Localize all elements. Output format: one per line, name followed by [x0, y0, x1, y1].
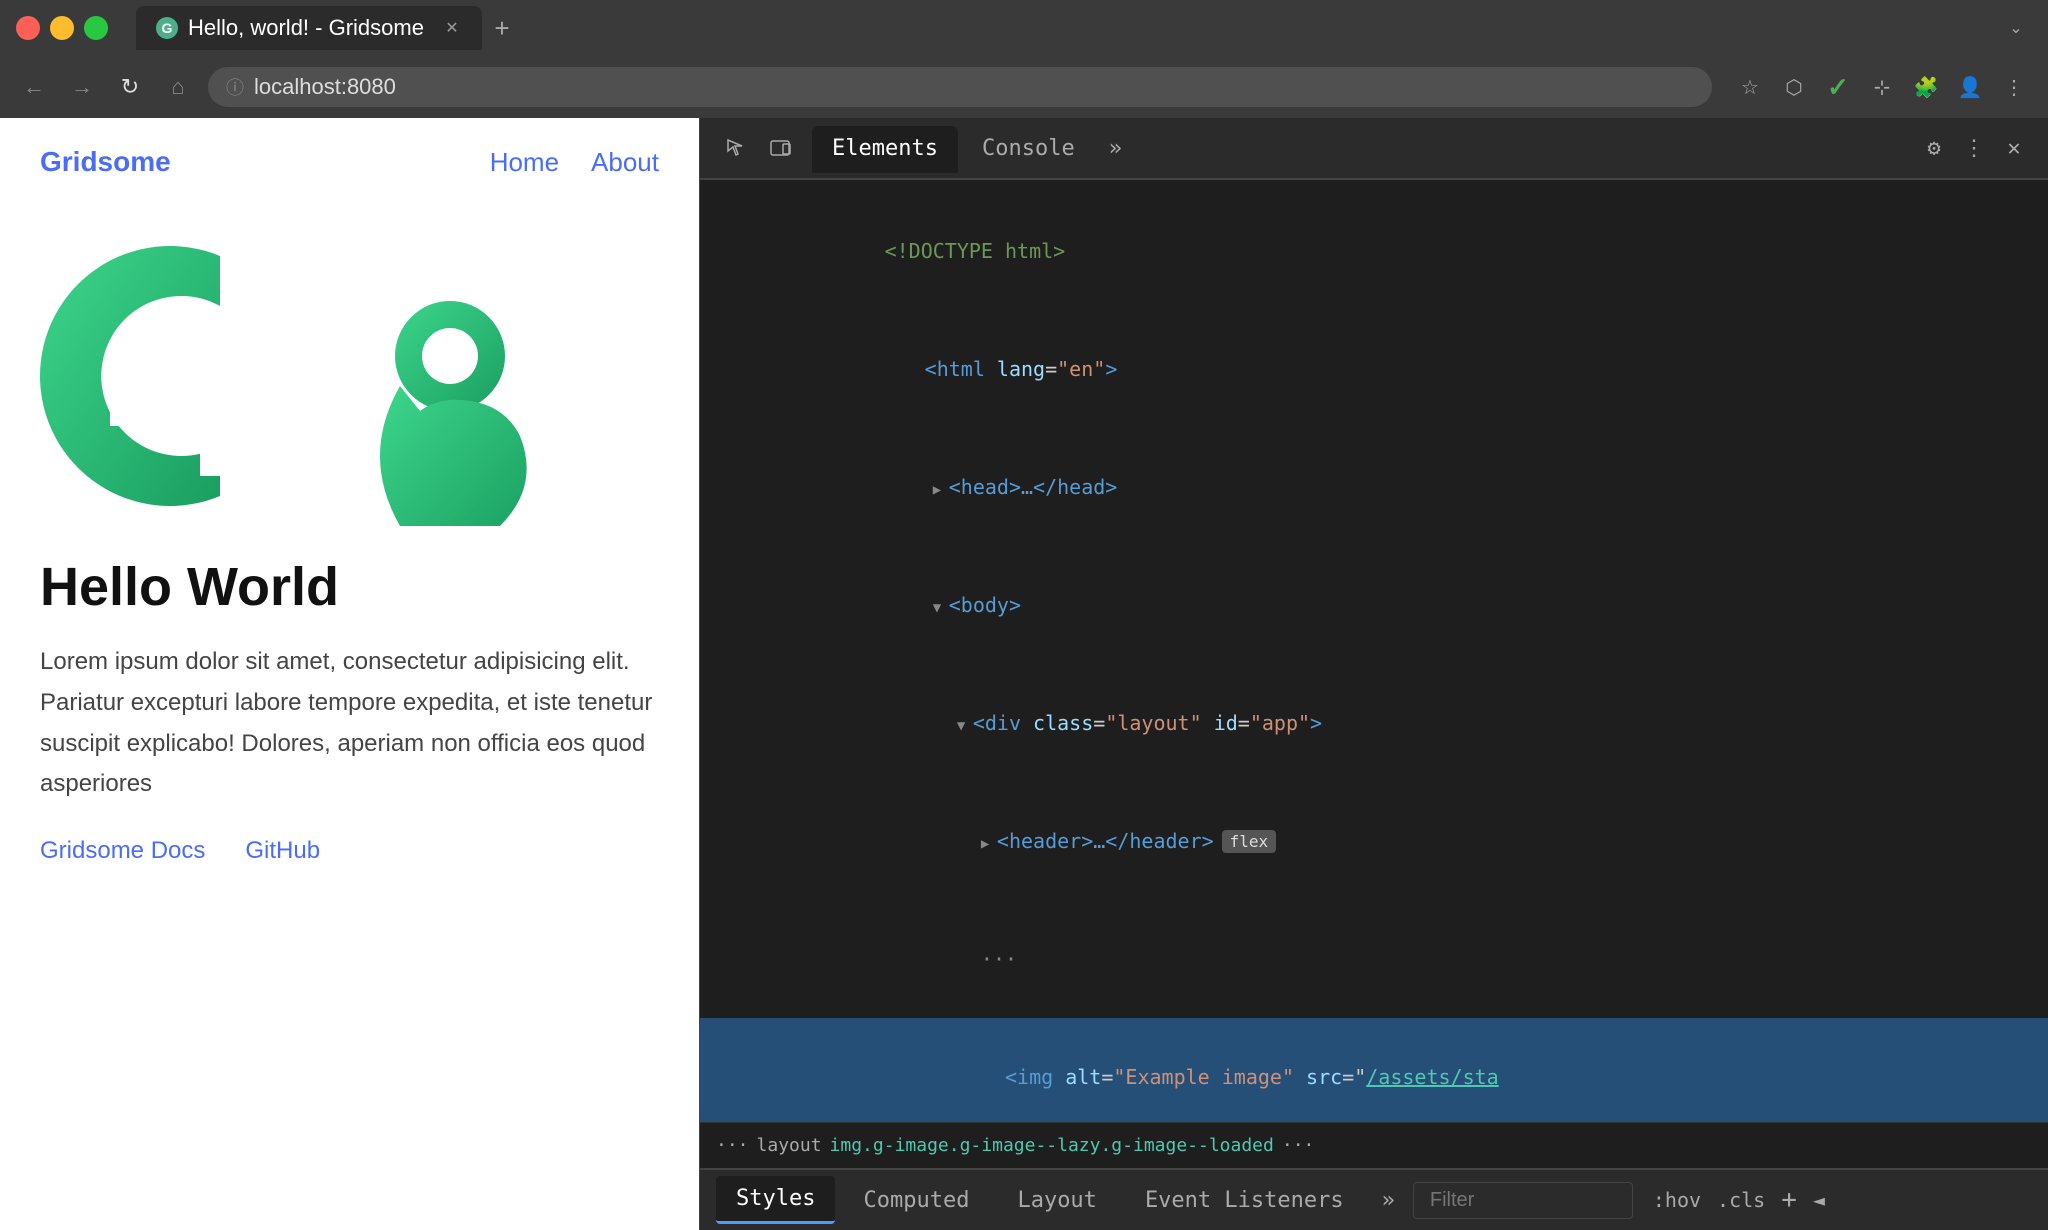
- devtools-menu-button[interactable]: ⋮: [1956, 130, 1992, 166]
- post-body: Lorem ipsum dolor sit amet, consectetur …: [40, 642, 659, 805]
- devtools-breadcrumb: ··· layout img.g-image.g-image--lazy.g-i…: [700, 1122, 2048, 1168]
- extensions-button[interactable]: 🧩: [1908, 69, 1944, 105]
- inspect-element-button[interactable]: [716, 128, 756, 168]
- elements-scroll[interactable]: <!DOCTYPE html> <html lang="en"> ▶<head>…: [700, 180, 2048, 1122]
- webpage-panel: Gridsome Home About: [0, 118, 700, 1230]
- tab-bar: G Hello, world! - Gridsome ✕ + ⌄: [136, 6, 2032, 50]
- breadcrumb-dots[interactable]: ···: [716, 1135, 749, 1156]
- tab-expand-icon: ⌄: [2000, 12, 2032, 44]
- elements-content: <!DOCTYPE html> <html lang="en"> ▶<head>…: [700, 180, 2048, 1122]
- back-button[interactable]: ←: [16, 69, 52, 105]
- doctype-line[interactable]: <!DOCTYPE html>: [700, 192, 2048, 310]
- gridsome-logo: [40, 226, 600, 526]
- body-tag-line[interactable]: ▼<body>: [700, 546, 2048, 664]
- nav-bar: ← → ↻ ⌂ ⓘ localhost:8080 ☆ ⬡ ✓ ⊹ 🧩 👤 ⋮: [0, 56, 2048, 118]
- devtools-close-button[interactable]: ✕: [1996, 130, 2032, 166]
- title-bar: G Hello, world! - Gridsome ✕ + ⌄: [0, 0, 2048, 56]
- post-title: Hello World: [40, 556, 659, 618]
- bookmark-button[interactable]: ☆: [1732, 69, 1768, 105]
- filter-cls-label[interactable]: .cls: [1717, 1188, 1765, 1212]
- menu-button[interactable]: ⋮: [1996, 69, 2032, 105]
- site-header: Gridsome Home About: [0, 118, 699, 206]
- webpage-body: Hello World Lorem ipsum dolor sit amet, …: [0, 206, 699, 905]
- breadcrumb-element[interactable]: img.g-image.g-image--lazy.g-image--loade…: [830, 1135, 1274, 1156]
- traffic-lights: [16, 16, 108, 40]
- devtools-bottom-tabs: Styles Computed Layout Event Listeners »…: [700, 1168, 2048, 1230]
- active-tab[interactable]: G Hello, world! - Gridsome ✕: [136, 6, 482, 50]
- forward-button[interactable]: →: [64, 69, 100, 105]
- site-logo[interactable]: Gridsome: [40, 146, 171, 178]
- new-tab-button[interactable]: +: [486, 12, 518, 44]
- filter-input[interactable]: [1413, 1182, 1633, 1219]
- filter-hov-label[interactable]: :hov: [1653, 1188, 1701, 1212]
- maximize-window-button[interactable]: [84, 16, 108, 40]
- tab-layout[interactable]: Layout: [997, 1178, 1116, 1223]
- github-link[interactable]: GitHub: [245, 837, 320, 865]
- tab-elements[interactable]: Elements: [812, 126, 958, 173]
- tab-title: Hello, world! - Gridsome: [188, 15, 424, 41]
- tab-event-listeners[interactable]: Event Listeners: [1125, 1178, 1364, 1223]
- profile-button[interactable]: 👤: [1952, 69, 1988, 105]
- minimize-window-button[interactable]: [50, 16, 74, 40]
- img-tag-line[interactable]: <img alt="Example image" src="/assets/st…: [700, 1018, 2048, 1122]
- tab-computed[interactable]: Computed: [843, 1178, 989, 1223]
- filter-bar: :hov .cls + ◄: [1413, 1182, 2032, 1219]
- devtools-panel: Elements Console » ⚙ ⋮ ✕ <!DOCTYPE html>: [700, 118, 2048, 1230]
- responsive-view-button[interactable]: [760, 128, 800, 168]
- browser-window: G Hello, world! - Gridsome ✕ + ⌄ ← → ↻ ⌂…: [0, 0, 2048, 1230]
- docs-link[interactable]: Gridsome Docs: [40, 837, 205, 865]
- more-bottom-tabs[interactable]: »: [1372, 1178, 1405, 1223]
- tab-console[interactable]: Console: [962, 126, 1095, 171]
- address-security-icon: ⓘ: [226, 74, 244, 100]
- tab-close-button[interactable]: ✕: [442, 18, 462, 38]
- tab-styles[interactable]: Styles: [716, 1176, 835, 1224]
- extension-btn-v[interactable]: ✓: [1820, 69, 1856, 105]
- more-tabs-button[interactable]: »: [1099, 126, 1132, 171]
- tab-favicon-icon: G: [156, 17, 178, 39]
- post-links: Gridsome Docs GitHub: [40, 837, 659, 865]
- toggle-sidebar-button[interactable]: ◄: [1813, 1188, 1825, 1212]
- head-tag-line[interactable]: ▶<head>…</head>: [700, 428, 2048, 546]
- content-area: Gridsome Home About: [0, 118, 2048, 1230]
- address-bar[interactable]: ⓘ localhost:8080: [208, 67, 1712, 107]
- elements-panel: <!DOCTYPE html> <html lang="en"> ▶<head>…: [700, 180, 2048, 1122]
- reload-button[interactable]: ↻: [112, 69, 148, 105]
- extension-btn-1[interactable]: ⬡: [1776, 69, 1812, 105]
- add-style-rule-button[interactable]: +: [1781, 1185, 1797, 1215]
- devtools-settings-button[interactable]: ⚙: [1916, 130, 1952, 166]
- site-nav: Home About: [490, 147, 659, 178]
- header-tag-line[interactable]: ▶<header>…</header>flex: [700, 782, 2048, 900]
- flex-badge: flex: [1222, 830, 1277, 853]
- nav-about-link[interactable]: About: [591, 147, 659, 178]
- address-text: localhost:8080: [254, 74, 396, 100]
- devtools-header: Elements Console » ⚙ ⋮ ✕: [700, 118, 2048, 180]
- extension-btn-cursor[interactable]: ⊹: [1864, 69, 1900, 105]
- breadcrumb-dots-end[interactable]: ···: [1282, 1135, 1315, 1156]
- div-layout-line[interactable]: ▼<div class="layout" id="app">: [700, 664, 2048, 782]
- nav-home-link[interactable]: Home: [490, 147, 559, 178]
- home-button[interactable]: ⌂: [160, 69, 196, 105]
- html-tag-line[interactable]: <html lang="en">: [700, 310, 2048, 428]
- breadcrumb-layout[interactable]: layout: [757, 1135, 822, 1156]
- dots-line-1[interactable]: ···: [700, 900, 2048, 1018]
- close-window-button[interactable]: [16, 16, 40, 40]
- nav-actions: ☆ ⬡ ✓ ⊹ 🧩 👤 ⋮: [1732, 69, 2032, 105]
